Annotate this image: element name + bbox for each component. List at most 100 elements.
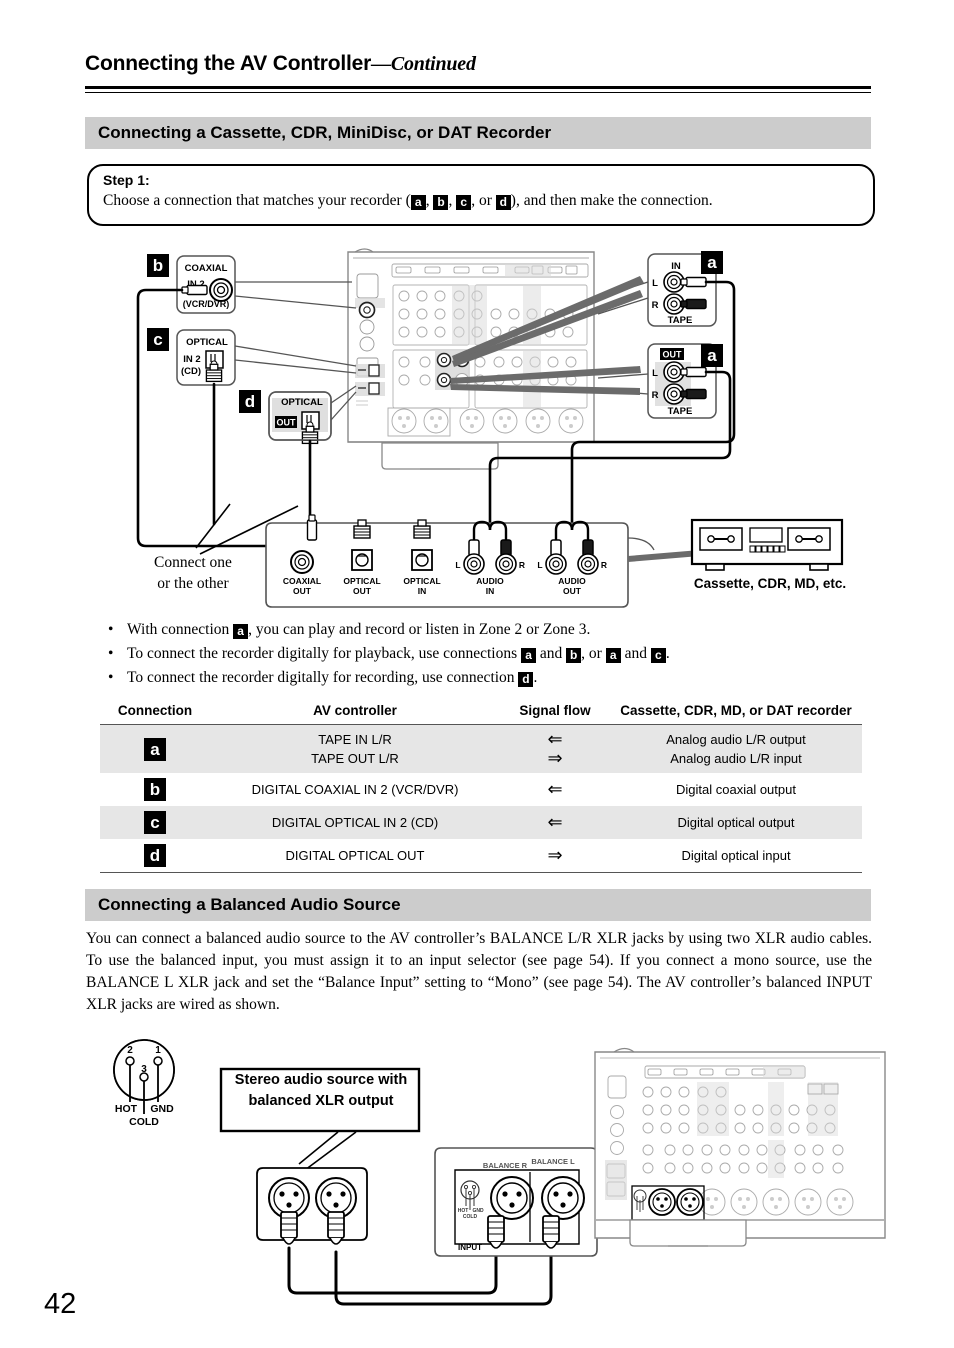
section-heading-recorder: Connecting a Cassette, CDR, MiniDisc, or… <box>85 117 871 149</box>
page-title: Connecting the AV Controller—Continued <box>85 52 871 76</box>
xlr-gnd-label: GND <box>150 1103 174 1115</box>
xlr-plug-right <box>327 1211 345 1245</box>
callout-xlr-jack-l <box>541 1176 585 1220</box>
page-header: Connecting the AV Controller—Continued <box>85 52 871 76</box>
callout-xlr-jack-r <box>490 1176 534 1220</box>
xlr-pinout-illustration: 2 1 3 HOT GND COLD <box>113 1039 175 1128</box>
diagram-chip-b-wrapper: b <box>147 254 169 277</box>
xlr-plug-left <box>280 1211 298 1245</box>
svg-text:L: L <box>537 560 542 570</box>
diagram-chip-c: c <box>147 328 169 351</box>
table-row: a TAPE IN L/R TAPE OUT L/R ⇐ ⇒ Analog au… <box>100 724 862 774</box>
recorder-jack-label-1-line1: OPTICAL <box>343 576 380 586</box>
table-row-3-rec: Digital optical input <box>681 848 791 863</box>
panel-digital-optical-out <box>368 382 380 395</box>
table-chip-c: c <box>144 811 166 834</box>
table-header-signal-flow: Signal flow <box>519 703 591 718</box>
table-row-0-rec-line2: Analog audio L/R input <box>670 751 802 766</box>
bullet-2-chip-a1: a <box>521 648 537 663</box>
diagram-chip-a-tape-out: a <box>701 344 723 367</box>
balanced-paragraph: You can connect a balanced audio source … <box>86 930 872 1013</box>
diagram-chip-a1-wrapper: a <box>701 251 723 274</box>
bullet-1-part-0: With connection <box>127 621 234 638</box>
bullet-3-part-1: . <box>533 669 538 686</box>
chip-a: a <box>410 195 426 210</box>
recorder-jack-label-0-line2: OUT <box>293 586 312 596</box>
bullet-1-part-1: , you can play and record or listen in Z… <box>248 621 591 638</box>
step-1-box: Step 1: Choose a connection that matches… <box>87 164 875 226</box>
table-cell-chip: c <box>100 806 210 839</box>
tape-out-bottom-label: TAPE <box>668 406 693 417</box>
step-1-text: Choose a connection that matches your re… <box>103 191 859 210</box>
connection-table: Connection AV controller Signal flow Cas… <box>100 703 862 873</box>
step-sep-1: , <box>425 192 434 209</box>
stereo-source-line2: balanced XLR output <box>248 1093 394 1109</box>
optical-in-label: IN 2 <box>183 354 200 365</box>
bullet-3-part-0: To connect the recorder digitally for re… <box>127 669 519 686</box>
tape-in-left-label: L <box>652 278 658 289</box>
table-cell-recorder: Analog audio L/R output Analog audio L/R… <box>610 725 862 774</box>
table-chip-d: d <box>144 844 166 867</box>
tape-out-left-label: L <box>652 368 658 379</box>
recorder-device-illustration <box>690 518 844 571</box>
diagram-chip-c-wrapper: c <box>147 328 169 351</box>
stereo-source-box-text: Stereo audio source with balanced XLR ou… <box>222 1070 420 1112</box>
chip-c: c <box>456 195 472 210</box>
table-row-2-rec: Digital optical output <box>677 815 795 830</box>
xlr-pin-1-label: 1 <box>155 1045 161 1056</box>
step-text-after: ), and then make the connection. <box>510 192 713 209</box>
table-row: c DIGITAL OPTICAL IN 2 (CD) ⇐ Digital op… <box>100 806 862 839</box>
recorder-jack-label-3-line1: AUDIO <box>476 576 504 586</box>
panel-digital-optical-in2 <box>368 364 380 377</box>
diagram-chip-a2-wrapper: a <box>701 344 723 367</box>
optical-in-title: OPTICAL <box>186 337 228 348</box>
balanced-input-callout: BALANCE R BALANCE L INPUT HOT GND COLD <box>434 1147 598 1257</box>
table-cell-chip: a <box>100 725 210 774</box>
recorder-jack-label-2-line2: IN <box>418 586 427 596</box>
bullet-2-part-0: To connect the recorder digitally for pl… <box>127 645 522 662</box>
recorder-jack-label-2-line1: OPTICAL <box>403 576 440 586</box>
callout-balance-r-label: BALANCE R <box>483 1161 528 1170</box>
bullet-2-chip-a2: a <box>605 648 621 663</box>
coaxial-title: COAXIAL <box>185 263 228 274</box>
table-header-recorder: Cassette, CDR, MD, or DAT recorder <box>620 703 852 718</box>
page-number: 42 <box>44 1288 77 1320</box>
svg-text:R: R <box>601 560 607 570</box>
table-cell-flow: ⇐ ⇒ <box>500 725 610 774</box>
recorder-jack-label-3-line2: IN <box>486 586 495 596</box>
page-title-continued: —Continued <box>371 53 476 75</box>
bullet-2-part-3: and <box>620 645 651 662</box>
bullet-3-chip-d: d <box>518 672 534 687</box>
diagram-chip-a-tape-in: a <box>701 251 723 274</box>
table-chip-b: b <box>144 778 166 801</box>
diagram-chip-d-wrapper: d <box>239 390 261 413</box>
table-row-0-rec-line1: Analog audio L/R output <box>666 732 806 747</box>
callout-input-label: INPUT <box>458 1243 482 1252</box>
table-row-3-av: DIGITAL OPTICAL OUT <box>285 848 425 863</box>
bullet-2-chip-b: b <box>566 648 582 663</box>
recorder-jack-label-4-line1: AUDIO <box>558 576 586 586</box>
connect-one-note-line1: Connect one <box>154 554 232 571</box>
chip-b: b <box>433 195 449 210</box>
tape-out-right-label: R <box>652 390 659 401</box>
recorder-jack-panel: COAXIAL OUT OPTICAL OUT OPTICAL IN L R A… <box>265 514 629 608</box>
table-row-0-av-line1: TAPE IN L/R <box>318 732 392 747</box>
svg-text:L: L <box>455 560 460 570</box>
recorder-jack-label-0-line1: COAXIAL <box>283 576 321 586</box>
table-chip-a: a <box>144 737 166 761</box>
chip-d: d <box>495 195 511 210</box>
svg-text:OPTICAL: OPTICAL <box>281 397 323 408</box>
header-rule-thin <box>85 92 871 93</box>
bullet-2-part-2: , or <box>581 645 606 662</box>
connect-one-note: Connect one or the other <box>128 552 258 594</box>
svg-text:OUT: OUT <box>277 418 297 428</box>
xlr-cold-label: COLD <box>129 1116 159 1128</box>
list-item: • To connect the recorder digitally for r… <box>100 666 870 690</box>
bullet-2-chip-c: c <box>650 648 666 663</box>
tape-in-title: IN <box>671 261 681 272</box>
step-sep-3: , or <box>471 192 496 209</box>
table-header-connection: Connection <box>117 703 193 718</box>
list-item: • With connection a, you can play and rec… <box>100 618 870 642</box>
source-device-illustration <box>256 1167 368 1245</box>
bullet-dot: • <box>108 669 114 686</box>
